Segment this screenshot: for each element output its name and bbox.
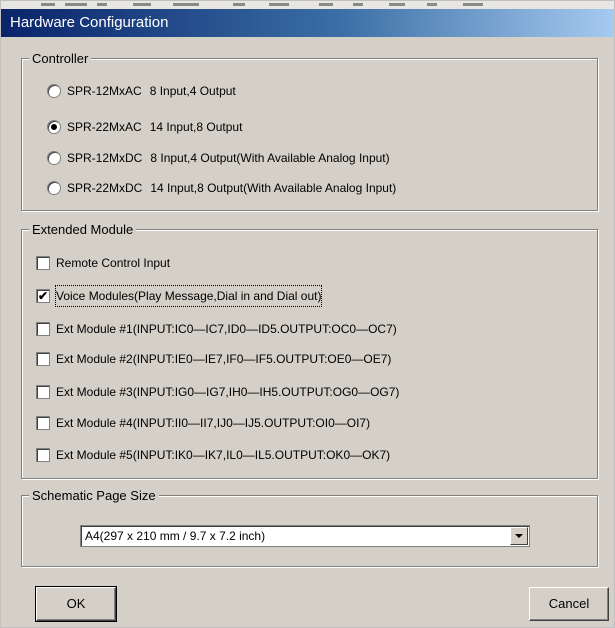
- ok-button[interactable]: OK: [35, 586, 117, 622]
- window-title: Hardware Configuration: [10, 14, 169, 31]
- page-size-group-label: Schematic Page Size: [29, 488, 159, 503]
- module-label: Ext Module #1(INPUT:IC0—IC7,ID0—ID5.OUTP…: [56, 322, 397, 336]
- radio-button[interactable]: [47, 84, 61, 98]
- checkbox[interactable]: [36, 256, 50, 270]
- module-label: Remote Control Input: [56, 256, 171, 270]
- checkbox[interactable]: [36, 322, 50, 336]
- module-label: Voice Modules(Play Message,Dial in and D…: [54, 285, 323, 307]
- extended-module-group-label: Extended Module: [29, 222, 137, 237]
- checkbox[interactable]: [36, 416, 50, 430]
- page-size-select[interactable]: A4(297 x 210 mm / 9.7 x 7.2 inch): [80, 525, 530, 547]
- module-label: Ext Module #4(INPUT:II0—II7,IJ0—IJ5.OUTP…: [56, 416, 371, 430]
- controller-model: SPR-22MxDC: [67, 181, 143, 195]
- checkbox[interactable]: [36, 385, 50, 399]
- module-label: Ext Module #5(INPUT:IK0—IK7,IL0—IL5.OUTP…: [56, 448, 391, 462]
- module-label: Ext Module #2(INPUT:IE0—IE7,IF0—IF5.OUTP…: [56, 352, 392, 366]
- controller-desc: 8 Input,4 Output(With Available Analog I…: [150, 151, 390, 165]
- hardware-configuration-dialog: Hardware Configuration Controller SPR-12…: [0, 0, 615, 628]
- controller-desc: 8 Input,4 Output: [149, 84, 236, 98]
- cancel-button-label: Cancel: [548, 596, 590, 611]
- controller-group-label: Controller: [29, 51, 92, 66]
- radio-button[interactable]: [47, 151, 61, 165]
- checkbox[interactable]: [36, 352, 50, 366]
- radio-button[interactable]: [47, 120, 61, 134]
- module-label: Ext Module #3(INPUT:IG0—IG7,IH0—IH5.OUTP…: [56, 385, 400, 399]
- controller-group: Controller SPR-12MxAC 8 Input,4 Output SP…: [21, 51, 598, 211]
- page-size-selected-value: A4(297 x 210 mm / 9.7 x 7.2 inch): [85, 529, 266, 543]
- background-window-edge: [1, 1, 614, 9]
- extended-module-group: Extended Module Remote Control Input ✔ V…: [21, 222, 598, 479]
- controller-model: SPR-12MxAC: [67, 84, 142, 98]
- chevron-down-icon[interactable]: [510, 527, 528, 545]
- controller-model: SPR-22MxAC: [67, 120, 142, 134]
- ok-button-label: OK: [66, 596, 86, 611]
- controller-desc: 14 Input,8 Output(With Available Analog …: [150, 181, 397, 195]
- title-bar[interactable]: Hardware Configuration: [1, 9, 614, 37]
- controller-desc: 14 Input,8 Output: [149, 120, 243, 134]
- radio-button[interactable]: [47, 181, 61, 195]
- controller-model: SPR-12MxDC: [67, 151, 143, 165]
- check-icon[interactable]: ✔: [36, 289, 50, 303]
- cancel-button[interactable]: Cancel: [529, 587, 609, 621]
- checkbox[interactable]: [36, 448, 50, 462]
